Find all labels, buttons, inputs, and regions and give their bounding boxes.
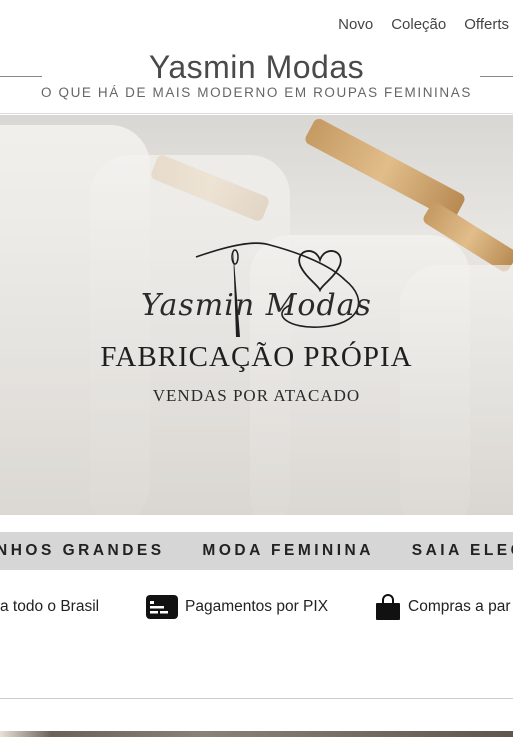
marquee-item[interactable]: NHOS GRANDES bbox=[0, 532, 165, 570]
marquee-item[interactable]: MODA FEMININA bbox=[202, 532, 374, 570]
logo-sub-text: VENDAS POR ATACADO bbox=[152, 386, 361, 405]
shopping-bag-icon bbox=[376, 594, 400, 620]
payment-card-icon bbox=[146, 595, 178, 619]
feature-shipping: a todo o Brasil bbox=[0, 592, 99, 622]
feature-pix: Pagamentos por PIX bbox=[145, 592, 328, 622]
site-title[interactable]: Yasmin Modas bbox=[0, 48, 513, 86]
category-marquee: NHOS GRANDES MODA FEMININA SAIA ELEGAN bbox=[0, 532, 513, 570]
brand-logo: Yasmin Modas FABRICAÇÃO PRÓPIA VENDAS PO… bbox=[0, 115, 513, 515]
feature-strip: a todo o Brasil Pagamentos por PIX Compr… bbox=[0, 592, 513, 624]
marquee-item[interactable]: SAIA ELEGAN bbox=[412, 532, 513, 570]
top-nav: Novo Coleção Offerts bbox=[338, 16, 509, 33]
logo-script-text: Yasmin Modas bbox=[141, 288, 372, 323]
feature-pix-label: Pagamentos por PIX bbox=[185, 598, 329, 615]
header-divider bbox=[0, 113, 513, 114]
hero-banner: Yasmin Modas FABRICAÇÃO PRÓPIA VENDAS PO… bbox=[0, 115, 513, 515]
feature-purchase: Compras a par bbox=[374, 592, 511, 622]
logo-main-text: FABRICAÇÃO PRÓPIA bbox=[100, 341, 413, 373]
nav-link-offerts[interactable]: Offerts bbox=[464, 16, 509, 33]
feature-shipping-label: a todo o Brasil bbox=[0, 598, 100, 615]
site-tagline: O QUE HÁ DE MAIS MODERNO EM ROUPAS FEMIN… bbox=[41, 85, 472, 100]
next-section-image bbox=[0, 731, 513, 737]
nav-link-novo[interactable]: Novo bbox=[338, 16, 373, 33]
feature-purchase-label: Compras a par bbox=[408, 598, 511, 615]
brand-header: Yasmin Modas O QUE HÁ DE MAIS MODERNO EM… bbox=[0, 48, 513, 100]
section-divider bbox=[0, 698, 513, 699]
nav-link-colecao[interactable]: Coleção bbox=[391, 16, 446, 33]
